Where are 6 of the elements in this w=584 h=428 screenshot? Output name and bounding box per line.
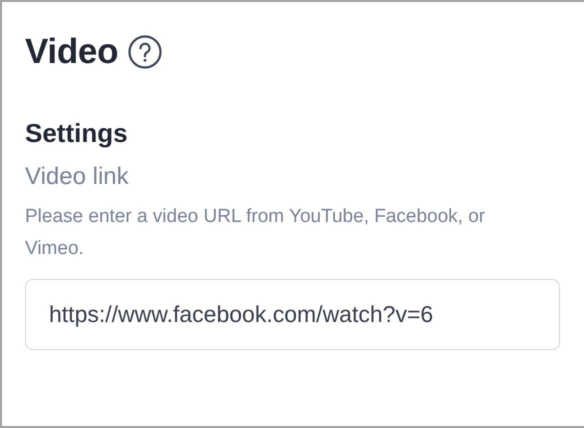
field-label: Video link [25,163,130,191]
section-heading: Settings [25,118,129,149]
help-icon[interactable] [128,35,162,69]
panel-title: Video [25,32,118,72]
help-text: Please enter a video URL from YouTube, Facebook, or Vimeo. [25,205,486,261]
video-link-field[interactable]: https://www.facebook.com/watch?v=6 [25,279,560,350]
